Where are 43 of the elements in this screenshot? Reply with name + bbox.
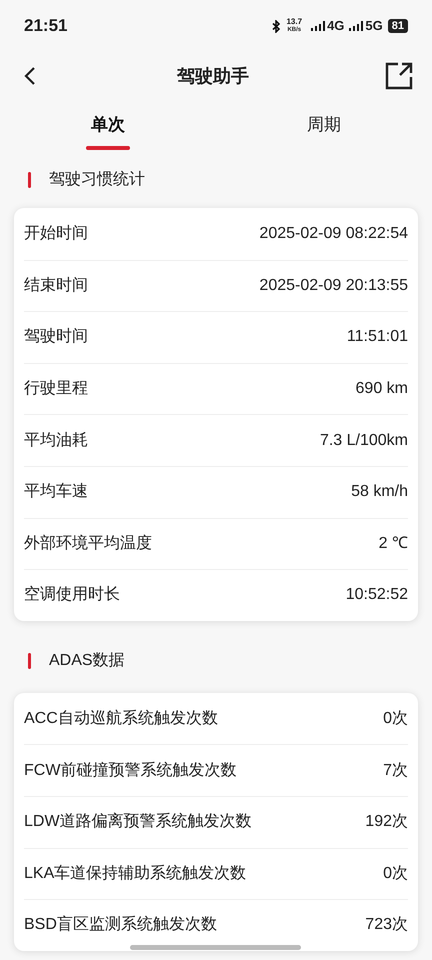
- row-label: 平均车速: [24, 482, 88, 502]
- tab[interactable]: 周期: [307, 112, 341, 138]
- row-label: LKA车道保持辅助系统触发次数: [24, 864, 246, 884]
- row-value: 2025-02-09 20:13:55: [259, 276, 408, 296]
- tab[interactable]: 单次: [86, 112, 130, 150]
- row-label: 外部环境平均温度: [24, 534, 152, 554]
- row-value: 7.3 L/100km: [320, 430, 408, 451]
- network-label: 5G: [365, 17, 383, 36]
- section-title: 驾驶习惯统计: [49, 170, 145, 190]
- row-label: LDW道路偏离预警系统触发次数: [24, 812, 252, 832]
- row-value: 10:52:52: [346, 585, 408, 606]
- row-label: 驾驶时间: [24, 326, 88, 348]
- signal-icon: [311, 20, 326, 32]
- row-label: 行驶里程: [24, 378, 88, 400]
- battery-level: 81: [388, 19, 408, 33]
- back-icon[interactable]: [24, 66, 36, 86]
- row-value: 192次: [365, 812, 408, 832]
- row-label: BSD盲区监测系统触发次数: [24, 914, 217, 936]
- row-value: 723次: [365, 915, 408, 936]
- row-value: 0次: [383, 864, 408, 884]
- page-title: 驾驶助手: [177, 64, 249, 88]
- row-label: FCW前碰撞预警系统触发次数: [24, 760, 236, 781]
- row-value: 58 km/h: [351, 482, 408, 502]
- row-label: 开始时间: [24, 224, 88, 244]
- net-speed-value: 13.7: [286, 18, 302, 26]
- signal-icon: [349, 20, 364, 32]
- row-value: 11:51:01: [346, 327, 408, 348]
- section-marker: [28, 172, 31, 188]
- share-icon[interactable]: [385, 62, 413, 90]
- section-marker: [28, 652, 31, 669]
- status-time: 21:51: [24, 15, 68, 38]
- row-value: 7次: [383, 760, 408, 781]
- row-value: 2 ℃: [378, 534, 408, 554]
- row-value: 690 km: [356, 379, 408, 400]
- section-title: ADAS数据: [49, 650, 125, 671]
- row-value: 2025-02-09 08:22:54: [259, 224, 408, 244]
- network-label: 4G: [327, 17, 344, 36]
- row-label: 平均油耗: [24, 430, 88, 451]
- row-label: ACC自动巡航系统触发次数: [24, 708, 218, 729]
- row-label: 空调使用时长: [24, 584, 120, 606]
- row-value: 0次: [383, 708, 408, 729]
- row-label: 结束时间: [24, 276, 88, 296]
- bluetooth-icon: [272, 20, 282, 32]
